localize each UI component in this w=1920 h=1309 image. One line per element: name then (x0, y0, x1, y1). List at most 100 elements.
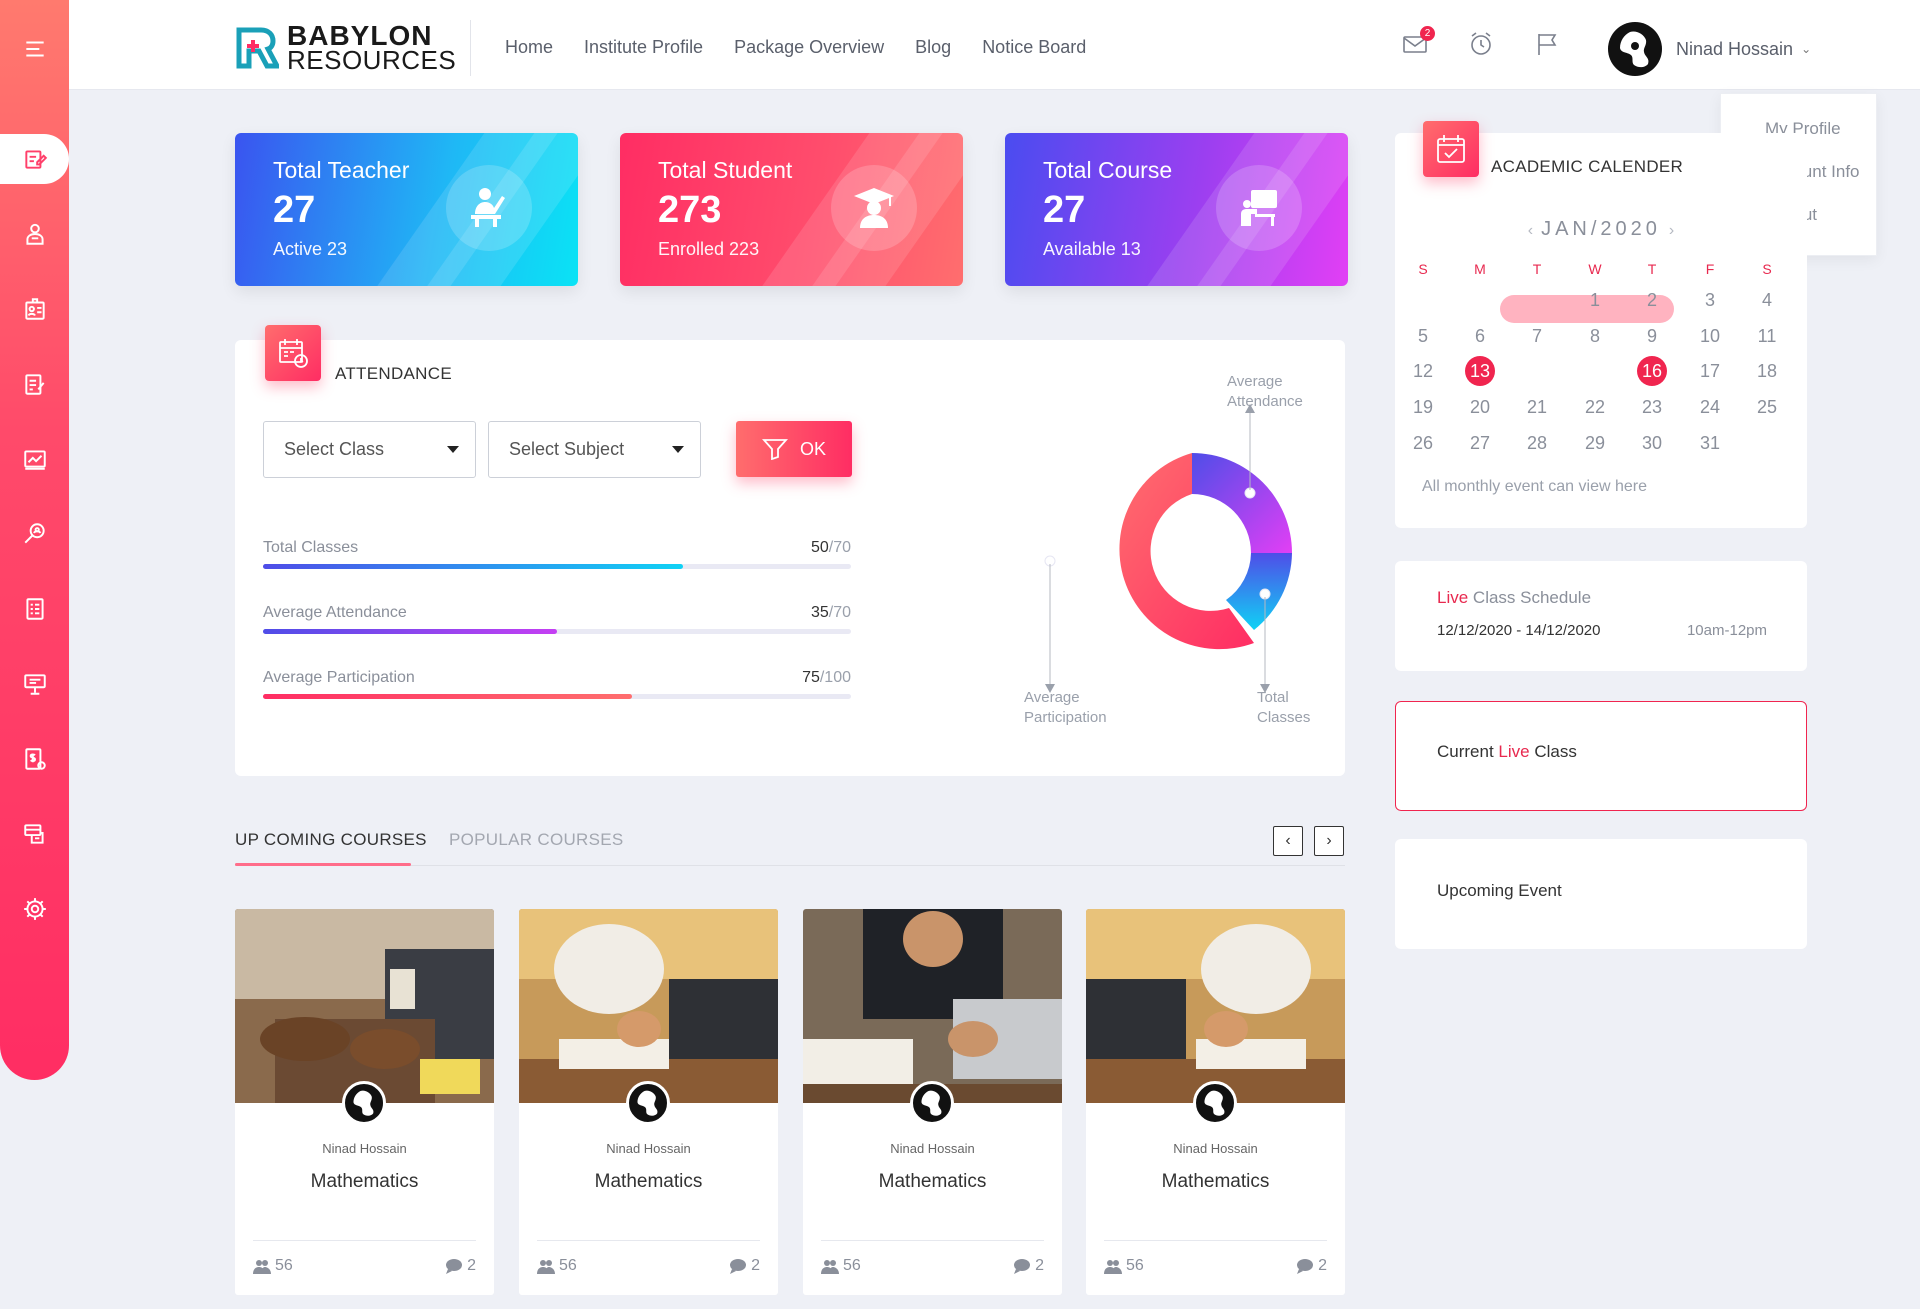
academic-calendar-panel: ACADEMIC CALENDER ‹ JAN/2020 › SMTWTFS1234… (1395, 121, 1807, 528)
stat-card-student[interactable]: Total Student 273 Enrolled 223 (620, 133, 963, 286)
edit-icon[interactable] (0, 134, 69, 184)
calendar-day[interactable]: 5 (1403, 321, 1443, 351)
course-card[interactable]: Ninad Hossain Mathematics 56 2 (803, 909, 1062, 1295)
stat-value: 27 (1043, 189, 1086, 231)
brand-logo[interactable]: BABYLON RESOURCES (235, 22, 456, 73)
select-subject-dropdown[interactable]: Select Subject (488, 421, 701, 478)
calendar-day[interactable]: 8 (1575, 321, 1615, 351)
tab-popular-courses[interactable]: POPULAR COURSES (449, 830, 624, 850)
next-arrow-button[interactable]: › (1314, 826, 1344, 856)
caret-down-icon (447, 446, 459, 453)
calendar-day[interactable]: 30 (1632, 428, 1672, 458)
calendar-day[interactable]: 27 (1460, 428, 1500, 458)
calendar-day[interactable]: 26 (1403, 428, 1443, 458)
calendar-day[interactable]: 11 (1747, 321, 1787, 351)
card-divider (537, 1240, 760, 1241)
bar-value: 35 (810, 604, 829, 621)
chart-icon[interactable] (0, 434, 69, 484)
calendar-day[interactable]: 18 (1747, 356, 1787, 386)
stat-card-course[interactable]: Total Course 27 Available 13 (1005, 133, 1348, 286)
course-subject: Mathematics (594, 1171, 703, 1192)
top-header: BABYLON RESOURCES Home Institute Profile… (69, 0, 1920, 90)
calendar-day[interactable]: 4 (1747, 285, 1787, 315)
payment-icon[interactable] (0, 809, 69, 859)
calendar-day[interactable]: 9 (1632, 321, 1672, 351)
tab-upcoming-courses[interactable]: UP COMING COURSES (235, 830, 427, 850)
nav-home[interactable]: Home (505, 37, 553, 58)
calendar-title: ACADEMIC CALENDER (1491, 157, 1684, 176)
settings-icon[interactable] (0, 884, 69, 934)
student-count: 56 (253, 1257, 293, 1275)
calendar-day[interactable]: 31 (1690, 428, 1730, 458)
author-avatar (910, 1081, 954, 1125)
comment-count: 2 (445, 1257, 476, 1275)
nav-blog[interactable]: Blog (915, 37, 951, 58)
alarm-clock-icon[interactable] (1467, 30, 1497, 60)
calendar-day[interactable]: 2 (1632, 285, 1672, 315)
stat-card-teacher[interactable]: Total Teacher 27 Active 23 (235, 133, 578, 286)
menu-icon[interactable] (0, 24, 69, 74)
course-card[interactable]: Ninad Hossain Mathematics 56 2 (519, 909, 778, 1295)
id-card-icon[interactable] (0, 284, 69, 334)
calendar-day[interactable]: 24 (1690, 392, 1730, 422)
teacher-icon[interactable] (0, 209, 69, 259)
calendar-day[interactable]: 15 (1575, 356, 1615, 386)
calendar-day[interactable]: 16 (1637, 356, 1667, 386)
course-card[interactable]: Ninad Hossain Mathematics 56 2 (235, 909, 494, 1295)
donut-segment-attendance (1192, 453, 1292, 553)
notes-icon[interactable] (0, 359, 69, 409)
nav-institute-profile[interactable]: Institute Profile (584, 37, 703, 58)
author-avatar (626, 1081, 670, 1125)
search-user-icon[interactable] (0, 509, 69, 559)
presentation-icon[interactable] (0, 659, 69, 709)
author-avatar (1193, 1081, 1237, 1125)
current-live-class-card[interactable]: Current Live Class (1395, 701, 1807, 811)
calendar-day[interactable]: 7 (1517, 321, 1557, 351)
checklist-icon[interactable] (0, 584, 69, 634)
calendar-day[interactable]: 25 (1747, 392, 1787, 422)
calendar-day[interactable]: 10 (1690, 321, 1730, 351)
filter-icon (761, 439, 788, 460)
mail-icon[interactable]: 2 (1401, 26, 1435, 60)
student-count: 56 (1104, 1257, 1144, 1275)
calendar-day[interactable]: 3 (1690, 285, 1730, 315)
ok-filter-button[interactable]: OK (736, 421, 852, 477)
student-count-value: 56 (275, 1257, 293, 1274)
calendar-day[interactable]: 23 (1632, 392, 1672, 422)
card-divider (253, 1240, 476, 1241)
calendar-day[interactable]: 1 (1575, 285, 1615, 315)
select-class-dropdown[interactable]: Select Class (263, 421, 476, 478)
upcoming-event-card[interactable]: Upcoming Event (1395, 839, 1807, 949)
comment-count: 2 (729, 1257, 760, 1275)
flag-icon[interactable] (1533, 30, 1563, 60)
course-image (519, 909, 778, 1103)
calendar-day[interactable]: 29 (1575, 428, 1615, 458)
calendar-day[interactable]: 13 (1465, 356, 1495, 386)
live-class-schedule-card[interactable]: Live Class Schedule 12/12/2020 - 14/12/2… (1395, 561, 1807, 671)
calendar-next-button[interactable]: › (1669, 222, 1674, 239)
current-post: Class (1529, 742, 1577, 761)
calendar-day-head: F (1705, 261, 1715, 277)
course-card[interactable]: Ninad Hossain Mathematics 56 2 (1086, 909, 1345, 1295)
course-subject: Mathematics (1161, 1171, 1270, 1192)
calendar-day[interactable]: 20 (1460, 392, 1500, 422)
calendar-day[interactable]: 22 (1575, 392, 1615, 422)
prev-arrow-button[interactable]: ‹ (1273, 826, 1303, 856)
calendar-prev-button[interactable]: ‹ (1528, 222, 1533, 239)
calendar-day[interactable]: 12 (1403, 356, 1443, 386)
nav-package-overview[interactable]: Package Overview (734, 37, 884, 58)
user-menu[interactable]: Ninad Hossain ⌄ (1608, 22, 1811, 76)
mail-badge: 2 (1420, 26, 1435, 41)
calendar-day[interactable]: 19 (1403, 392, 1443, 422)
calendar-day[interactable]: 14 (1517, 356, 1557, 386)
calendar-day[interactable]: 17 (1690, 356, 1730, 386)
calendar-day[interactable]: 28 (1517, 428, 1557, 458)
comment-count-value: 2 (467, 1257, 476, 1274)
course-subject: Mathematics (878, 1171, 987, 1192)
calendar-icon (1423, 121, 1479, 177)
nav-notice-board[interactable]: Notice Board (982, 37, 1086, 58)
invoice-icon[interactable] (0, 734, 69, 784)
calendar-day[interactable]: 6 (1460, 321, 1500, 351)
course-icon (1216, 165, 1302, 251)
calendar-day[interactable]: 21 (1517, 392, 1557, 422)
